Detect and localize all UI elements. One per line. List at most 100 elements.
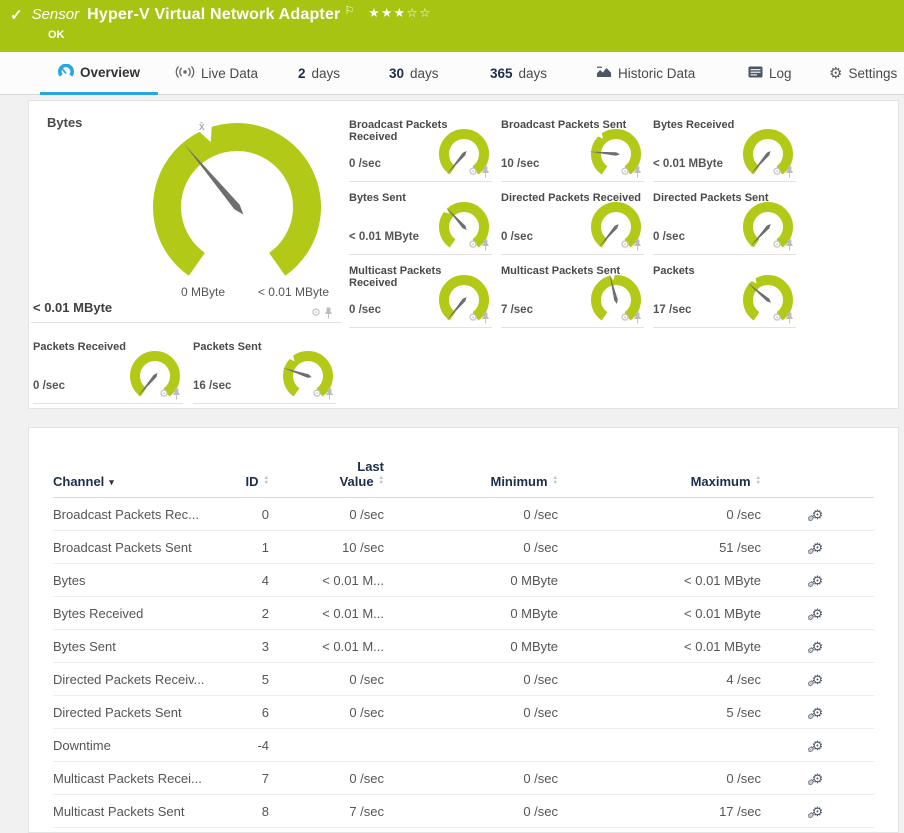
gear-icon[interactable]: ⚙ (468, 167, 478, 178)
sensor-type-label: Sensor (31, 6, 80, 23)
tab-live-data[interactable]: Live Data (175, 52, 258, 95)
gear-icon[interactable]: ⚙ (772, 240, 782, 251)
tab-2-days[interactable]: 2 days (298, 52, 340, 95)
last-value: 0 /sec (349, 671, 384, 687)
tab-label: days (311, 66, 341, 81)
column-header-minimum[interactable]: Minimum ▲ ▼ (384, 474, 558, 489)
gauge-cell-directed-packets-received[interactable]: Directed Packets Received 0 /sec ⚙ (501, 189, 644, 255)
pin-icon[interactable] (633, 239, 642, 251)
channel-name[interactable]: Downtime (53, 738, 213, 753)
pin-icon[interactable] (785, 312, 794, 324)
flag-icon[interactable]: ⚐ (344, 4, 354, 17)
pin-icon[interactable] (785, 166, 794, 178)
pin-icon[interactable] (633, 166, 642, 178)
maximum-value: 4 /sec (726, 671, 761, 687)
channel-settings-gears-icon[interactable]: ⚙ ⚙ (807, 574, 824, 589)
gauge-cell-packets-received[interactable]: Packets Received 0 /sec ⚙ (33, 338, 183, 404)
channel-settings-gears-icon[interactable]: ⚙ ⚙ (807, 673, 824, 688)
gauge-value: 17 /sec (653, 304, 692, 316)
channel-settings-gears-icon[interactable]: ⚙ ⚙ (807, 706, 824, 721)
channel-name[interactable]: Directed Packets Receiv... (53, 672, 213, 687)
gauge-cell-bytes-sent[interactable]: Bytes Sent < 0.01 MByte ⚙ (349, 189, 492, 255)
gear-icon[interactable]: ⚙ (468, 240, 478, 251)
gauge-value: 7 /sec (501, 304, 533, 316)
channel-settings-gears-icon[interactable]: ⚙ ⚙ (807, 739, 824, 754)
pin-icon[interactable] (481, 312, 490, 324)
channel-quick-icons: ⚙ (311, 307, 333, 319)
gauge-cell-broadcast-packets-sent[interactable]: Broadcast Packets Sent 10 /sec ⚙ (501, 116, 644, 182)
tab-overview[interactable]: Overview (40, 52, 159, 95)
table-row: Bytes Sent 3 < 0.01 M... 0 MByte < 0.01 … (53, 630, 874, 663)
minimum-value: 0 /sec (523, 770, 558, 786)
gauge-cell-directed-packets-sent[interactable]: Directed Packets Sent 0 /sec ⚙ (653, 189, 796, 255)
table-row: Broadcast Packets Sent 1 10 /sec 0 /sec … (53, 531, 874, 564)
channel-name[interactable]: Broadcast Packets Sent (53, 540, 213, 555)
pin-icon[interactable] (481, 239, 490, 251)
channel-settings-gears-icon[interactable]: ⚙ ⚙ (807, 805, 824, 820)
table-row: Directed Packets Sent 6 0 /sec 0 /sec 5 … (53, 696, 874, 729)
tab-365-days[interactable]: 365 days (490, 52, 547, 95)
pin-icon[interactable] (172, 388, 181, 400)
channel-name[interactable]: Broadcast Packets Rec... (53, 507, 213, 522)
gauges-overview-panel: Bytes x̄ 0 MByte < 0.01 MByte < 0.01 MBy… (28, 100, 899, 409)
table-row: Multicast Packets Sent 8 7 /sec 0 /sec 1… (53, 795, 874, 828)
rating-stars[interactable]: ★★★☆☆ (368, 5, 432, 20)
gear-icon[interactable]: ⚙ (312, 389, 322, 400)
gauge-cell-broadcast-packets-received[interactable]: Broadcast Packets Received 0 /sec ⚙ (349, 116, 492, 182)
tab-historic-data[interactable]: Historic Data (596, 52, 695, 95)
pin-icon[interactable] (324, 307, 333, 319)
channel-name[interactable]: Directed Packets Sent (53, 705, 213, 720)
pin-icon[interactable] (785, 239, 794, 251)
column-header-last-value[interactable]: Last Value ▲ ▼ (269, 459, 384, 489)
channel-settings-gears-icon[interactable]: ⚙ ⚙ (807, 508, 824, 523)
channel-name[interactable]: Multicast Packets Sent (53, 804, 213, 819)
tab-label: days (410, 66, 439, 81)
tab-log[interactable]: Log (748, 52, 792, 95)
primary-gauge[interactable] (147, 115, 327, 287)
gear-icon[interactable]: ⚙ (468, 313, 478, 324)
minimum-value: 0 /sec (523, 506, 558, 522)
table-row: Bytes 4 < 0.01 M... 0 MByte < 0.01 MByte… (53, 564, 874, 597)
gauge-cell-bytes-received[interactable]: Bytes Received < 0.01 MByte ⚙ (653, 116, 796, 182)
channel-settings-gears-icon[interactable]: ⚙ ⚙ (807, 772, 824, 787)
channel-settings-gears-icon[interactable]: ⚙ ⚙ (807, 640, 824, 655)
channel-name[interactable]: Multicast Packets Recei... (53, 771, 213, 786)
gauge-cell-packets[interactable]: Packets 17 /sec ⚙ (653, 262, 796, 328)
column-header-id[interactable]: ID ▲ ▼ (213, 474, 269, 489)
primary-gauge-value: < 0.01 MByte (33, 300, 113, 315)
channel-name[interactable]: Bytes Received (53, 606, 213, 621)
pin-icon[interactable] (481, 166, 490, 178)
maximum-value: 51 /sec (719, 539, 761, 555)
last-value: < 0.01 M... (322, 605, 384, 621)
column-header-maximum[interactable]: Maximum ▲ ▼ (558, 474, 761, 489)
gear-icon[interactable]: ⚙ (620, 313, 630, 324)
gauge-cell-multicast-packets-sent[interactable]: Multicast Packets Sent 7 /sec ⚙ (501, 262, 644, 328)
channel-name[interactable]: Bytes (53, 573, 213, 588)
pin-icon[interactable] (325, 388, 334, 400)
gauge-cell-multicast-packets-received[interactable]: Multicast Packets Received 0 /sec ⚙ (349, 262, 492, 328)
maximum-value: < 0.01 MByte (684, 572, 761, 588)
gear-icon[interactable]: ⚙ (772, 313, 782, 324)
log-icon (748, 66, 763, 81)
column-header-channel[interactable]: Channel ▾ (53, 474, 213, 489)
channel-settings-gears-icon[interactable]: ⚙ ⚙ (807, 541, 824, 556)
gear-icon[interactable]: ⚙ (159, 389, 169, 400)
gear-icon[interactable]: ⚙ (620, 167, 630, 178)
gear-icon[interactable]: ⚙ (772, 167, 782, 178)
gauge-value: 0 /sec (349, 158, 381, 170)
primary-gauge-title: Bytes (47, 115, 83, 130)
sort-arrows-icon: ▲ ▼ (756, 476, 761, 485)
pin-icon[interactable] (633, 312, 642, 324)
divider (31, 322, 341, 323)
minimum-value: 0 MByte (510, 572, 558, 588)
tab-30-days[interactable]: 30 days (389, 52, 439, 95)
channel-settings-gears-icon[interactable]: ⚙ ⚙ (807, 607, 824, 622)
gauge-cell-packets-sent[interactable]: Packets Sent 16 /sec ⚙ (193, 338, 336, 404)
last-value: 0 /sec (349, 506, 384, 522)
average-marker-label: x̄ (199, 121, 205, 133)
gear-icon[interactable]: ⚙ (620, 240, 630, 251)
tab-label: Historic Data (618, 66, 696, 81)
tab-settings[interactable]: ⚙ Settings (829, 52, 897, 95)
gear-icon[interactable]: ⚙ (311, 308, 321, 319)
channel-name[interactable]: Bytes Sent (53, 639, 213, 654)
